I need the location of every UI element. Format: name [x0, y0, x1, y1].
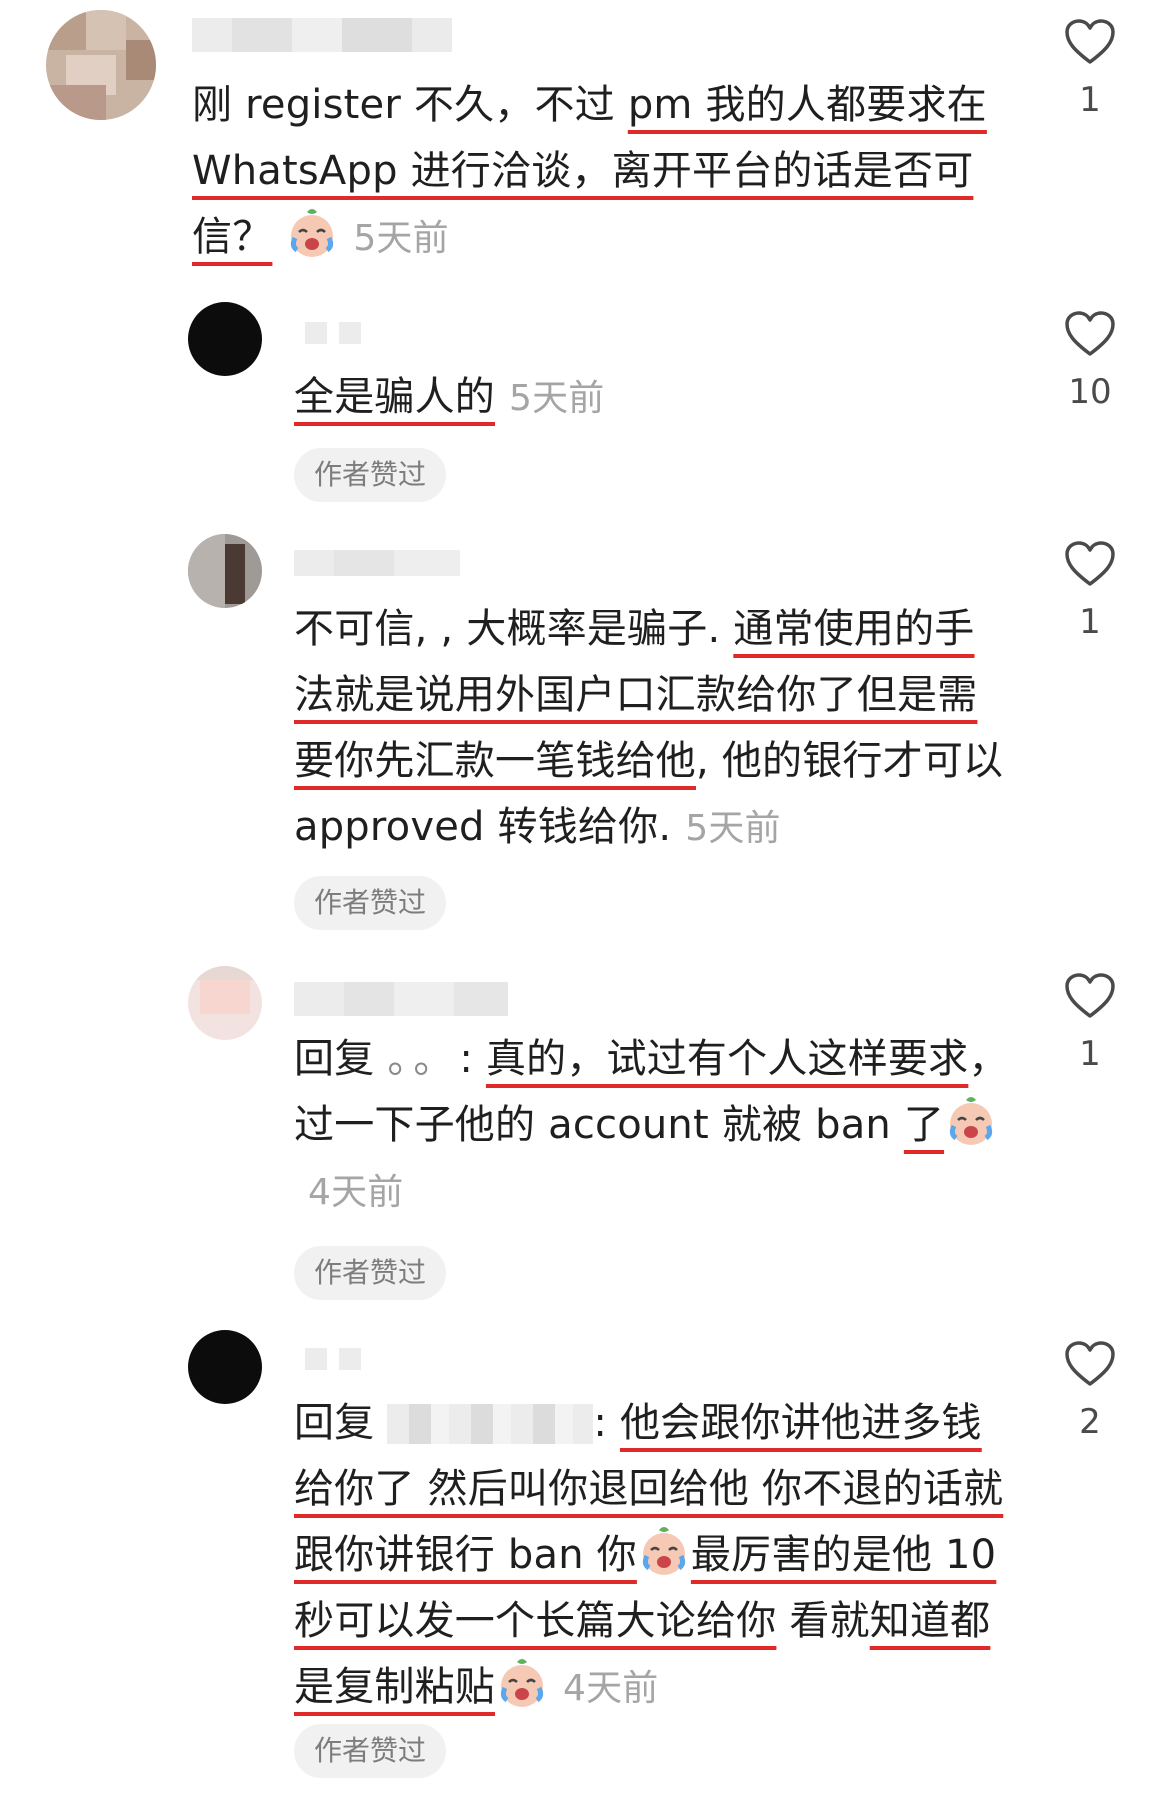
- username-redacted[interactable]: [294, 982, 508, 1016]
- comment-text-segment: 看就: [776, 1598, 870, 1644]
- like-count: 10: [1068, 372, 1112, 412]
- timestamp: 4天前: [308, 1172, 404, 1213]
- timestamp: 5天前: [509, 378, 605, 419]
- like-button[interactable]: 1: [1060, 18, 1120, 120]
- comment-text: 全是骗人的 5天前: [294, 364, 1014, 432]
- username-redacted[interactable]: [294, 550, 460, 576]
- comment-text: 回复 。。: 真的，试过有个人这样要求，过一下子他的 account 就被 ba…: [294, 1036, 1009, 1213]
- author-liked-badge: 作者赞过: [294, 1246, 447, 1300]
- comment-item: 刚 register 不久，不过 pm 我的人都要求在 WhatsApp 进行洽谈…: [0, 0, 1170, 290]
- crying-face-emoji-icon: [949, 1097, 993, 1145]
- reply-target-username-redacted[interactable]: [387, 1404, 594, 1444]
- comment-text-segment: 了: [903, 1102, 945, 1148]
- username-redacted[interactable]: [192, 18, 452, 52]
- comment-text-segment: 刚 register 不久，不过: [192, 82, 628, 128]
- comment-item: 回复 。。: 真的，试过有个人这样要求，过一下子他的 account 就被 ba…: [0, 950, 1170, 1320]
- like-count: 1: [1079, 1034, 1101, 1074]
- timestamp: 4天前: [563, 1668, 659, 1709]
- avatar[interactable]: [188, 1330, 262, 1404]
- author-liked-badge: 作者赞过: [294, 876, 447, 930]
- comment-item: 不可信, , 大概率是骗子. 通常使用的手法就是说用外国户口汇款给你了但是需要你…: [0, 520, 1170, 950]
- comment-item: 全是骗人的 5天前 作者赞过 10: [0, 290, 1170, 520]
- comment-text-segment: 不可信, , 大概率是骗子.: [294, 606, 734, 652]
- like-count: 1: [1079, 80, 1101, 120]
- avatar[interactable]: [46, 10, 156, 120]
- heart-outline-icon[interactable]: [1064, 972, 1116, 1020]
- like-count: 1: [1079, 602, 1101, 642]
- avatar[interactable]: [188, 534, 262, 608]
- like-button[interactable]: 10: [1060, 310, 1120, 412]
- reply-prefix: 回复: [294, 1036, 375, 1082]
- crying-face-emoji-icon: [500, 1659, 544, 1707]
- avatar[interactable]: [188, 966, 262, 1040]
- crying-face-emoji-icon: [642, 1527, 685, 1575]
- like-button[interactable]: 1: [1060, 540, 1120, 642]
- username-redacted[interactable]: [305, 322, 365, 344]
- heart-outline-icon[interactable]: [1064, 310, 1116, 358]
- timestamp: 5天前: [353, 218, 449, 259]
- heart-outline-icon[interactable]: [1064, 540, 1116, 588]
- author-liked-badge: 作者赞过: [294, 448, 447, 502]
- reply-prefix: 回复: [294, 1400, 375, 1446]
- like-count: 2: [1079, 1402, 1101, 1442]
- comment-item: 回复 : 他会跟你讲他进多钱给你了 然后叫你退回给他 你不退的话就跟你讲银行 b…: [0, 1320, 1170, 1796]
- timestamp: 5天前: [685, 808, 781, 849]
- author-liked-badge: 作者赞过: [294, 1724, 447, 1778]
- comment-text-segment: 全是骗人的: [294, 374, 495, 420]
- comment-text-segment: 信？: [192, 214, 273, 260]
- heart-outline-icon[interactable]: [1064, 1340, 1116, 1388]
- comment-text-segment: pm 我的人都要求在: [627, 82, 987, 128]
- comment-text-segment: WhatsApp 进行洽谈，离开平台的话是否可: [192, 148, 974, 194]
- crying-face-emoji-icon: [291, 209, 334, 257]
- like-button[interactable]: 2: [1060, 1340, 1120, 1442]
- username-redacted[interactable]: [305, 1348, 365, 1370]
- avatar[interactable]: [188, 302, 262, 376]
- comment-text: 回复 : 他会跟你讲他进多钱给你了 然后叫你退回给他 你不退的话就跟你讲银行 b…: [294, 1400, 1004, 1710]
- comment-text-segment: 真的，试过有个人这样要求: [485, 1036, 969, 1082]
- like-button[interactable]: 1: [1060, 972, 1120, 1074]
- comment-text: 不可信, , 大概率是骗子. 通常使用的手法就是说用外国户口汇款给你了但是需要你…: [294, 596, 1014, 862]
- comment-text: 刚 register 不久，不过 pm 我的人都要求在 WhatsApp 进行洽谈…: [192, 72, 1012, 272]
- heart-outline-icon[interactable]: [1064, 18, 1116, 66]
- reply-target-username[interactable]: 。。: [387, 1036, 459, 1082]
